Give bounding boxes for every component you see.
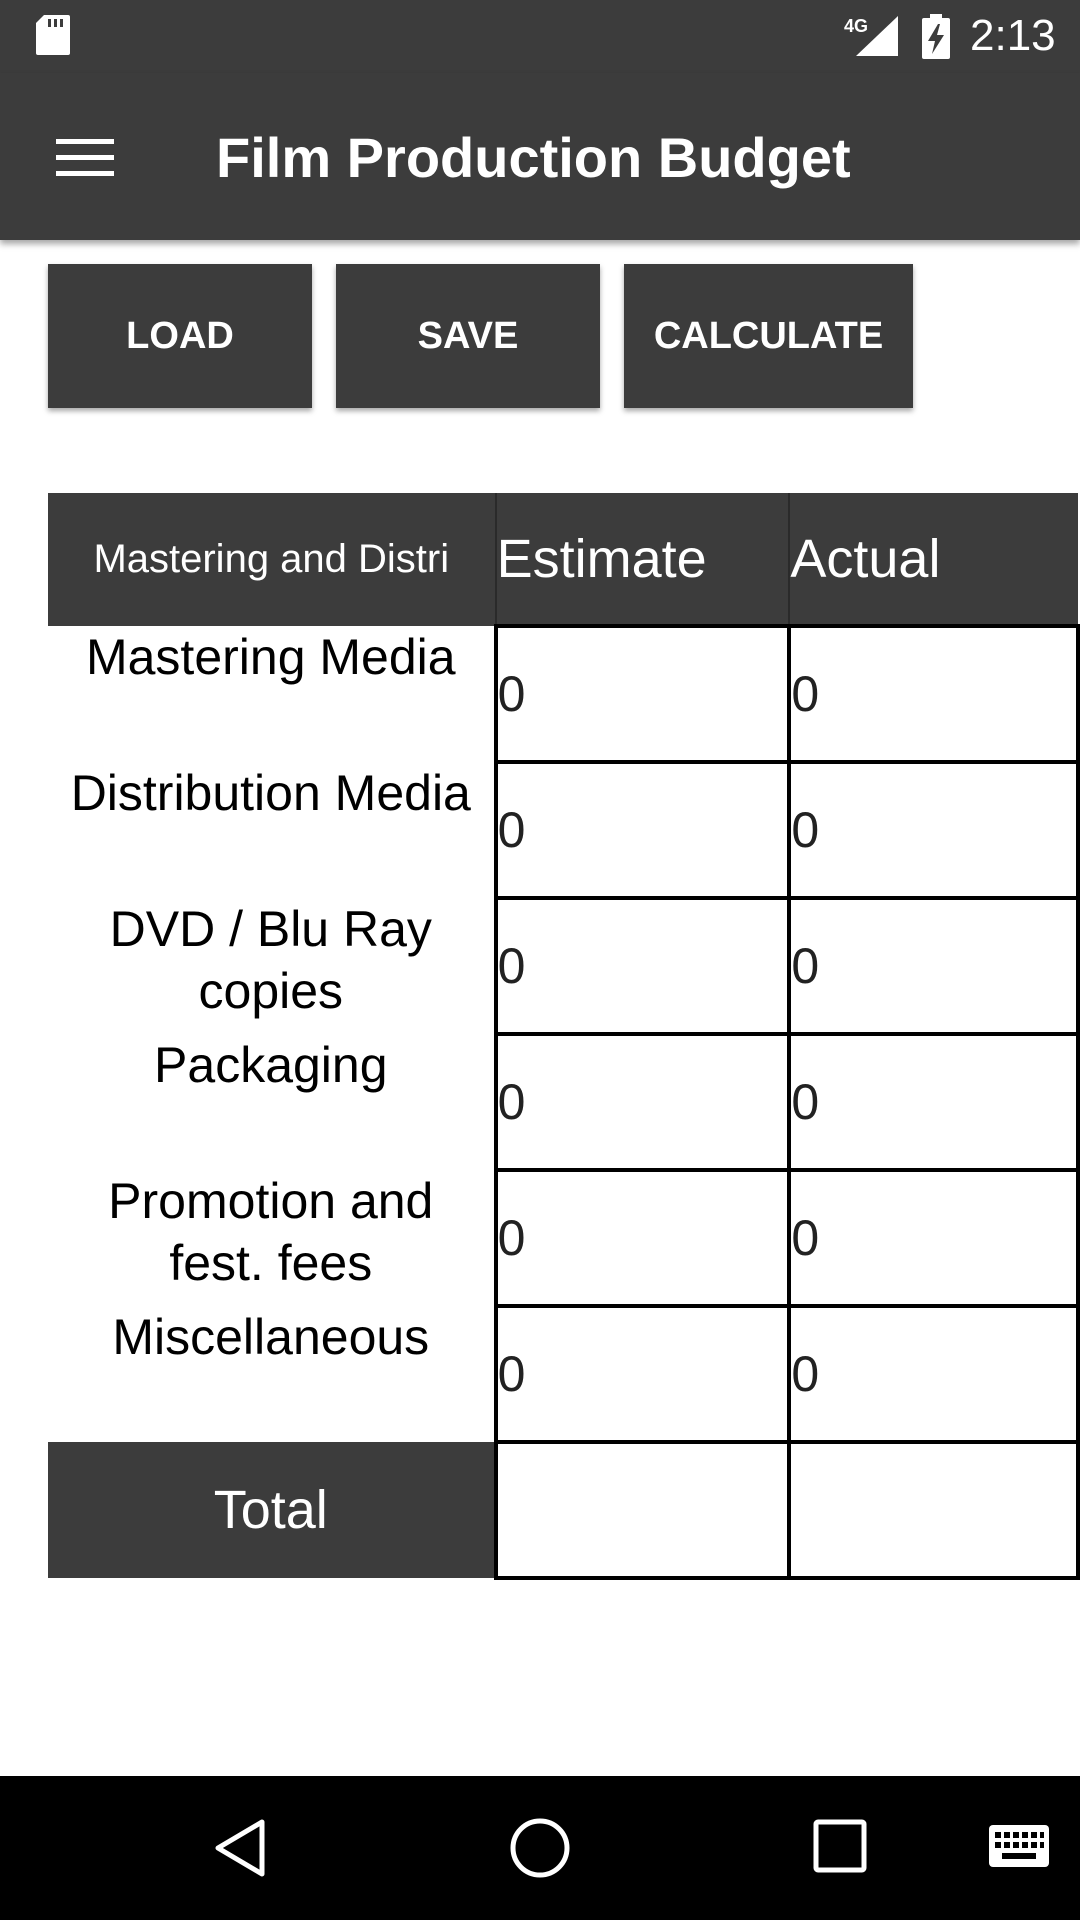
signal-icon: 4G — [842, 14, 900, 63]
app-bar: Film Production Budget — [0, 73, 1080, 240]
actual-input[interactable]: 0 — [787, 624, 1080, 764]
save-button[interactable]: SAVE — [336, 264, 600, 408]
row-label: Packaging — [48, 1034, 496, 1170]
row-label: Mastering Media — [48, 626, 496, 762]
category-header: Mastering and Distri — [48, 493, 496, 626]
app-title: Film Production Budget — [216, 126, 851, 189]
status-bar: 4G 2:13 — [0, 0, 1080, 73]
status-time: 2:13 — [970, 11, 1056, 60]
home-icon[interactable] — [508, 1816, 572, 1880]
estimate-input[interactable]: 0 — [493, 624, 792, 764]
total-estimate — [493, 1440, 792, 1580]
table-row: Miscellaneous 0 0 — [48, 1304, 1080, 1444]
table-row: Mastering Media 0 0 — [48, 624, 1080, 764]
load-button[interactable]: LOAD — [48, 264, 312, 408]
total-row: Total — [48, 1440, 1080, 1580]
table-row: Promotion and fest. fees 0 0 — [48, 1168, 1080, 1308]
network-type: 4G — [844, 16, 868, 36]
estimate-input[interactable]: 0 — [493, 760, 792, 900]
actual-input[interactable]: 0 — [787, 760, 1080, 900]
row-label: Distribution Media — [48, 762, 496, 898]
estimate-input[interactable]: 0 — [493, 1304, 792, 1444]
back-icon[interactable] — [210, 1816, 270, 1880]
estimate-input[interactable]: 0 — [493, 1032, 792, 1172]
row-label: DVD / Blu Ray copies — [48, 898, 496, 1034]
sd-card-icon — [34, 13, 72, 62]
table-row: Packaging 0 0 — [48, 1032, 1080, 1172]
table-row: DVD / Blu Ray copies 0 0 — [48, 896, 1080, 1036]
total-actual — [787, 1440, 1080, 1580]
hamburger-menu-icon[interactable] — [40, 123, 130, 193]
actual-input[interactable]: 0 — [787, 1168, 1080, 1308]
row-label: Miscellaneous — [48, 1306, 496, 1442]
table-header-row: Mastering and Distri Estimate Actual — [48, 493, 1078, 626]
row-label: Promotion and fest. fees — [48, 1170, 496, 1306]
estimate-input[interactable]: 0 — [493, 896, 792, 1036]
actual-input[interactable]: 0 — [787, 896, 1080, 1036]
estimate-input[interactable]: 0 — [493, 1168, 792, 1308]
actual-header: Actual — [788, 493, 1078, 626]
recents-icon[interactable] — [812, 1816, 868, 1876]
estimate-header: Estimate — [494, 493, 790, 626]
battery-charging-icon — [920, 14, 952, 65]
total-label: Total — [48, 1442, 496, 1578]
budget-table: Mastering and Distri Estimate Actual Mas… — [48, 493, 1080, 1580]
keyboard-icon[interactable] — [988, 1824, 1050, 1868]
actual-input[interactable]: 0 — [787, 1032, 1080, 1172]
actual-input[interactable]: 0 — [787, 1304, 1080, 1444]
table-row: Distribution Media 0 0 — [48, 760, 1080, 900]
calculate-button[interactable]: CALCULATE — [624, 264, 913, 408]
navigation-bar — [0, 1776, 1080, 1920]
